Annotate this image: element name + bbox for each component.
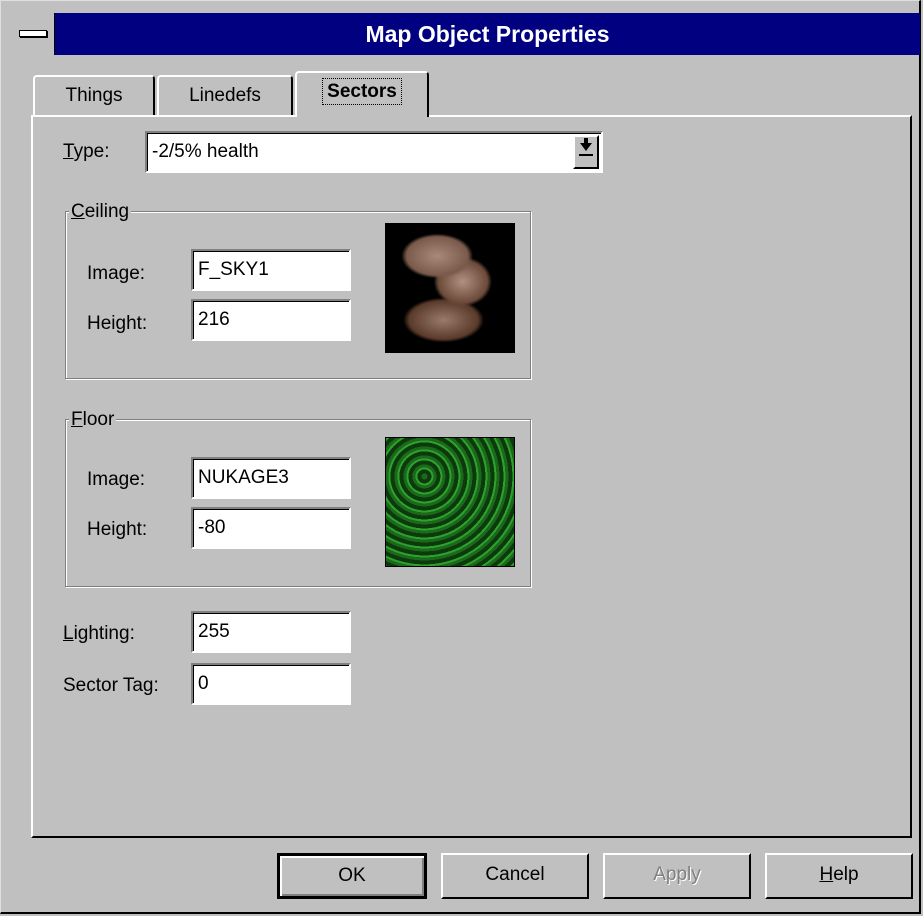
dialog-window: Map Object Properties Things Linedefs Se… [0, 0, 921, 914]
sectors-panel: Type: -2/5% health Ceiling Image: F_SKY1… [31, 115, 912, 838]
tab-linedefs[interactable]: Linedefs [157, 75, 293, 115]
floor-image-label: Image: [87, 469, 146, 490]
window-title: Map Object Properties [365, 21, 610, 47]
cancel-button[interactable]: Cancel [441, 853, 589, 899]
sector-tag-field[interactable]: 0 [191, 663, 351, 705]
floor-height-field[interactable]: -80 [191, 507, 351, 549]
help-button[interactable]: Help [765, 853, 913, 899]
sector-tag-label: Sector Tag: [63, 675, 159, 696]
type-label: Type: [63, 141, 110, 162]
title-bar[interactable]: Map Object Properties [11, 13, 920, 55]
apply-button[interactable]: Apply [603, 853, 751, 899]
floor-texture-preview[interactable] [385, 437, 515, 567]
type-combobox[interactable]: -2/5% health [145, 131, 603, 173]
lighting-field[interactable]: 255 [191, 611, 351, 653]
ceiling-height-label: Height: [87, 313, 148, 334]
ceiling-image-label: Image: [87, 263, 146, 284]
system-menu-icon[interactable] [11, 13, 55, 55]
dropdown-arrow-icon[interactable] [573, 135, 599, 169]
ceiling-texture-preview[interactable] [385, 223, 515, 353]
lighting-label: Lighting: [63, 623, 135, 644]
ceiling-group-label: Ceiling [69, 201, 132, 223]
ceiling-height-field[interactable]: 216 [191, 299, 351, 341]
ceiling-image-field[interactable]: F_SKY1 [191, 249, 351, 291]
ok-button[interactable]: OK [277, 853, 427, 899]
type-value: -2/5% health [152, 141, 259, 162]
floor-group-label: Floor [69, 409, 117, 431]
floor-image-field[interactable]: NUKAGE3 [191, 457, 351, 499]
tab-sectors[interactable]: Sectors [295, 71, 429, 117]
floor-height-label: Height: [87, 519, 148, 540]
tab-things[interactable]: Things [33, 75, 155, 115]
